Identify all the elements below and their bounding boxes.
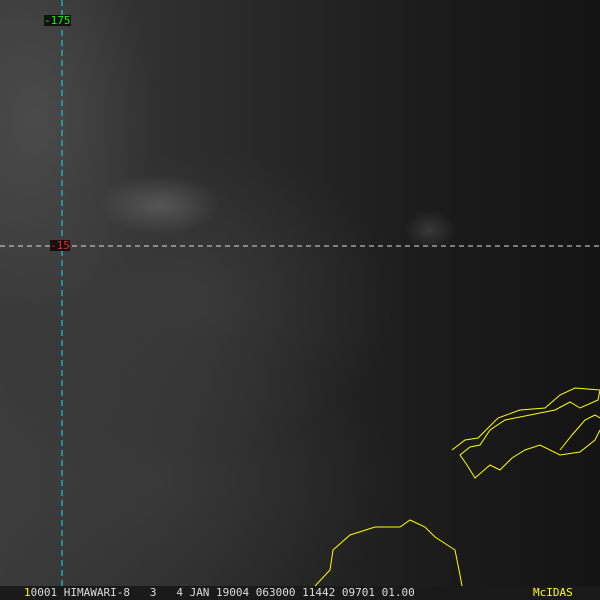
coastline-south	[314, 519, 463, 587]
info-bar: 10001 HIMAWARI-8 3 4 JAN 19004 063000 11…	[0, 586, 600, 600]
mcidas-brand: McIDAS	[533, 586, 573, 599]
map-overlay	[0, 0, 600, 587]
coastline-island-east	[559, 414, 600, 451]
longitude-label: -175	[44, 14, 71, 27]
satellite-image: -175 -15 10001 HIMAWARI-8 3 4 JAN 19004 …	[0, 0, 600, 600]
latitude-label: -15	[50, 239, 70, 252]
image-info: 0001 HIMAWARI-8 3 4 JAN 19004 063000 114…	[30, 586, 415, 599]
coastline-island	[451, 387, 600, 479]
frame-number: 1	[24, 586, 31, 599]
